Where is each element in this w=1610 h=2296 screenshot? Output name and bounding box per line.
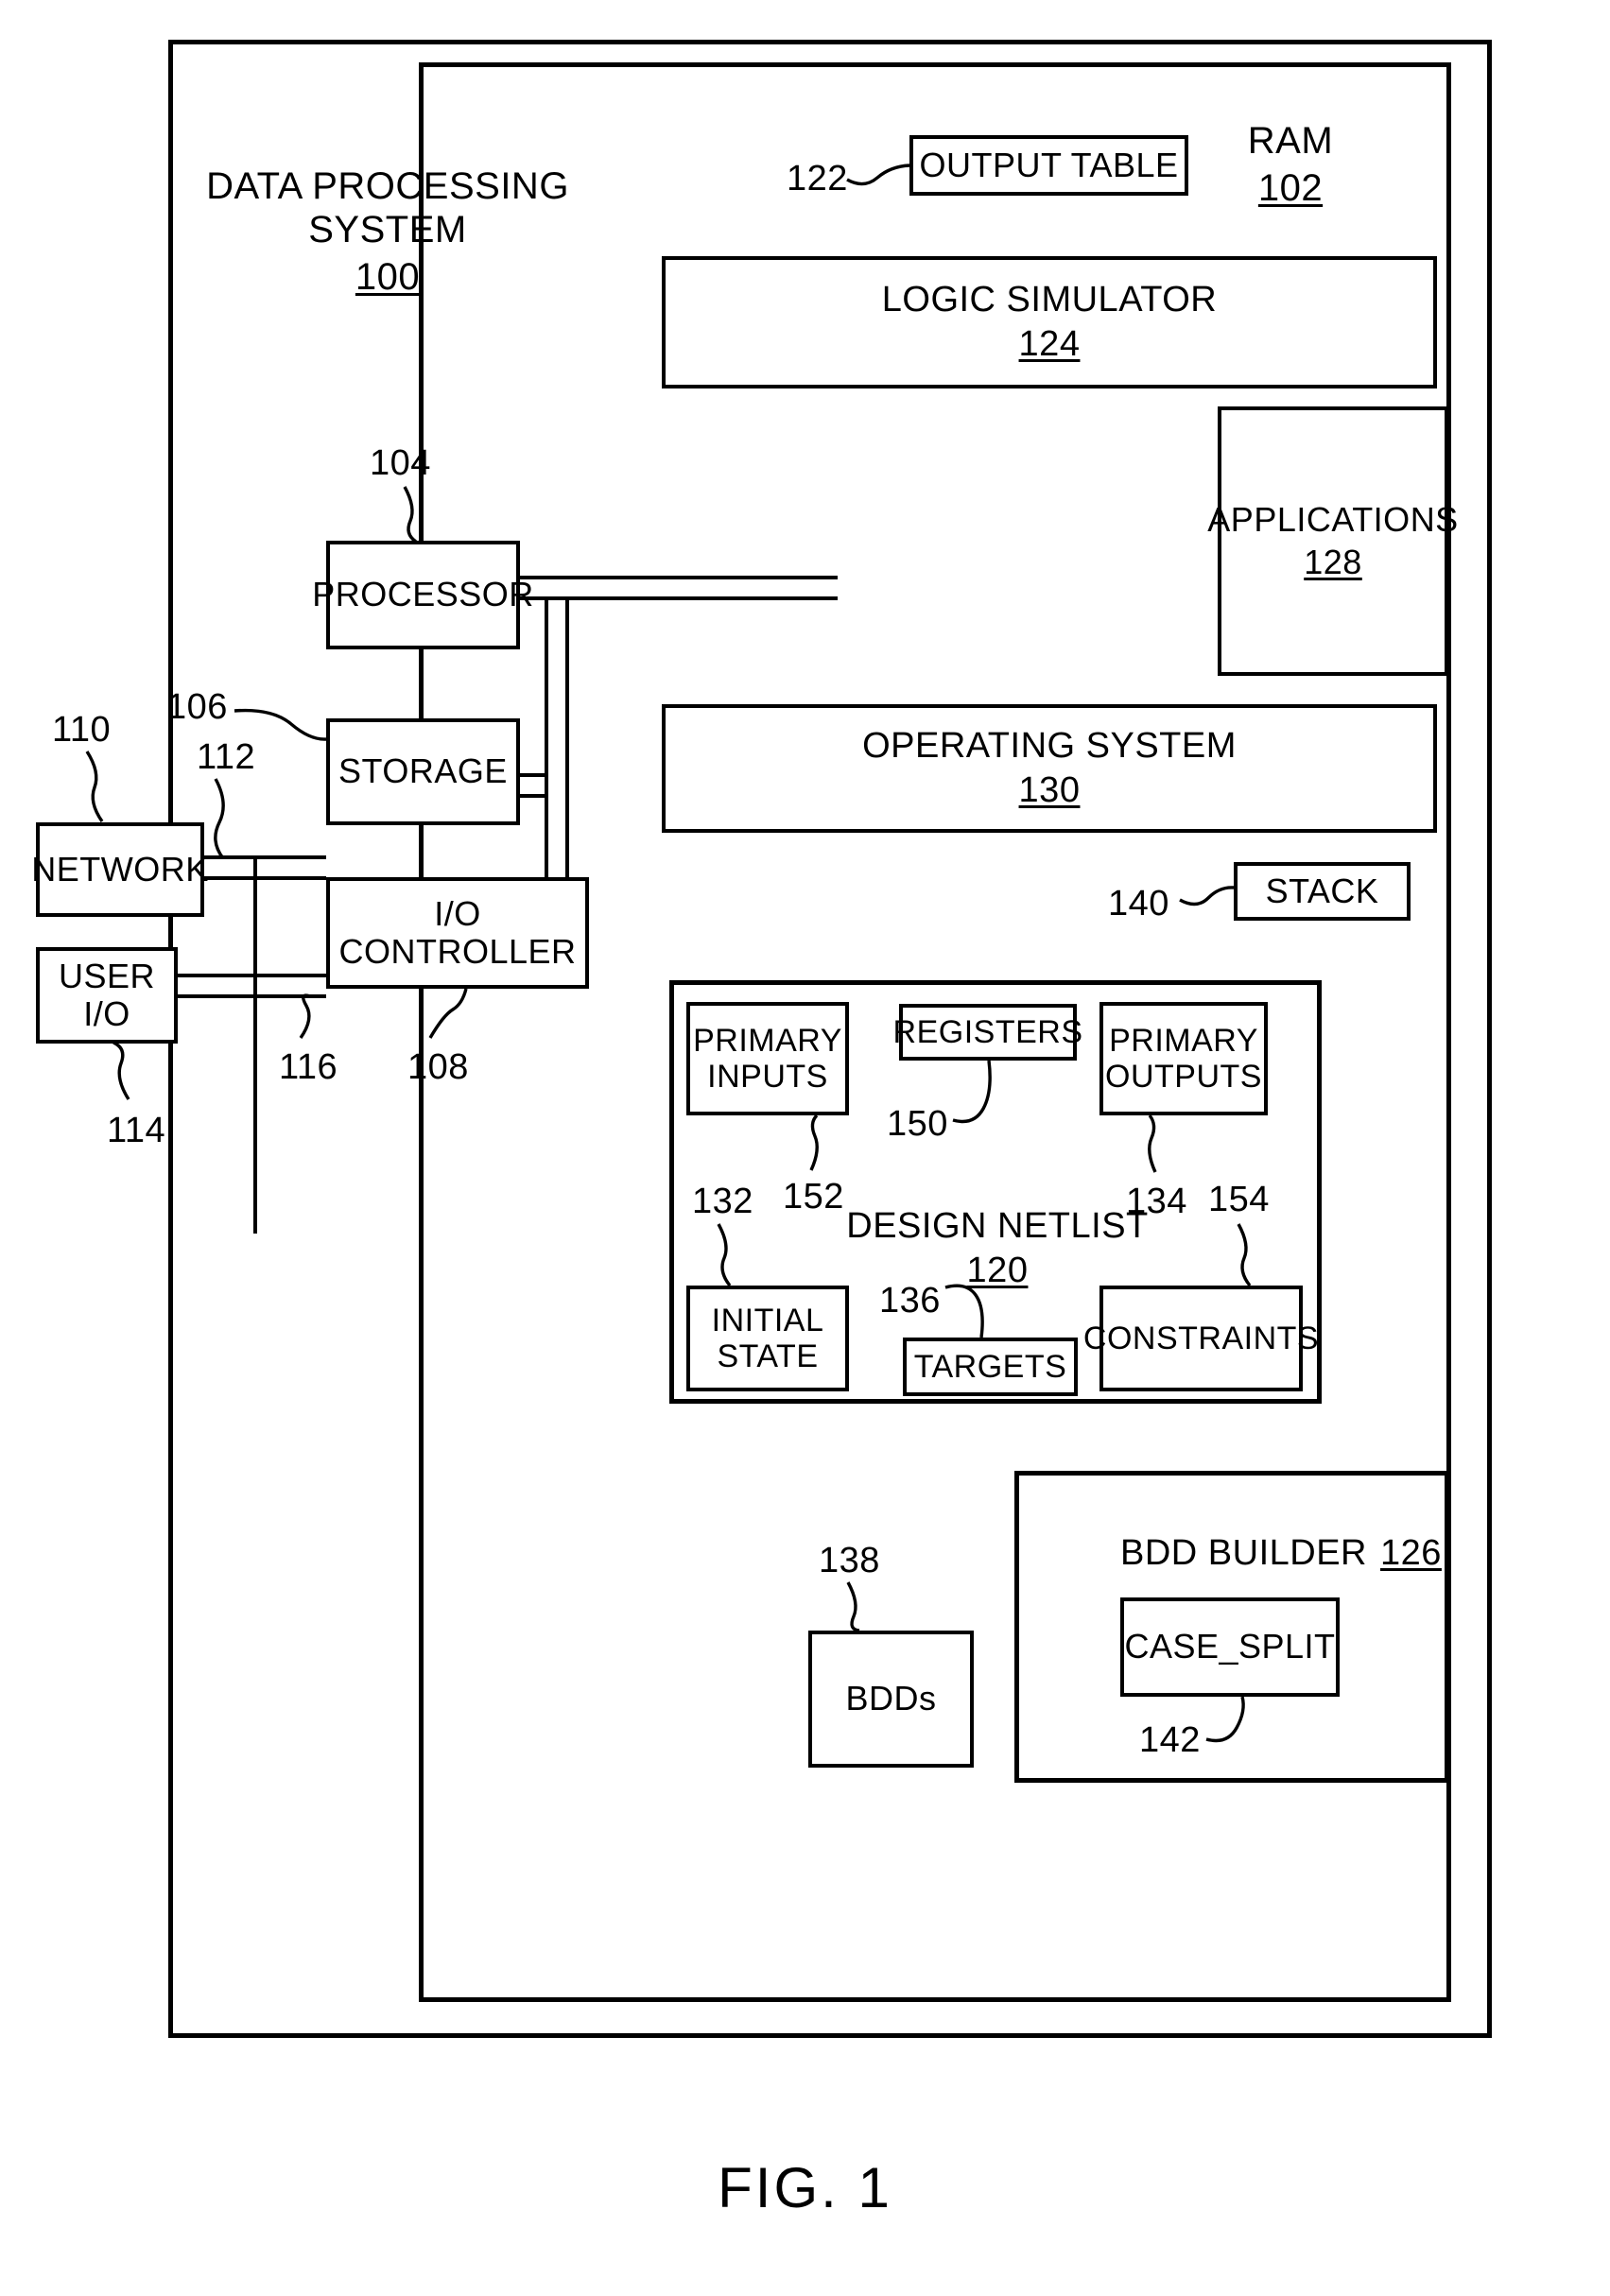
user-io-box[interactable]: USER I/O bbox=[36, 947, 178, 1044]
processor-label: PROCESSOR bbox=[312, 575, 534, 614]
constraints-number: 154 bbox=[1208, 1180, 1270, 1219]
targets-number: 136 bbox=[879, 1281, 941, 1321]
vertical-bus-right bbox=[565, 596, 569, 880]
ram-number: 102 bbox=[1257, 167, 1324, 209]
storage-number: 106 bbox=[166, 687, 228, 727]
primary-outputs-box[interactable]: PRIMARY OUTPUTS bbox=[1099, 1002, 1268, 1115]
logic-simulator-label: LOGIC SIMULATOR bbox=[881, 280, 1218, 320]
storage-box[interactable]: STORAGE bbox=[326, 718, 520, 825]
registers-label: REGISTERS bbox=[892, 1013, 1083, 1050]
design-netlist-title: DESIGN NETLIST bbox=[846, 1205, 1149, 1246]
processor-ram-bus-top bbox=[520, 576, 838, 579]
network-bus-top bbox=[204, 855, 326, 859]
registers-number: 150 bbox=[887, 1104, 948, 1144]
output-table-label: OUTPUT TABLE bbox=[919, 145, 1179, 184]
storage-bus-top bbox=[520, 773, 548, 777]
processor-box[interactable]: PROCESSOR bbox=[312, 541, 533, 649]
user-io-bus-bottom bbox=[178, 994, 326, 998]
network-number: 110 bbox=[52, 710, 112, 750]
network-bus-bottom bbox=[204, 876, 326, 880]
stack-box[interactable]: STACK bbox=[1234, 862, 1411, 921]
primary-inputs-number: 132 bbox=[692, 1182, 753, 1221]
user-io-bus-top bbox=[178, 974, 326, 977]
system-spine-line bbox=[253, 855, 257, 1234]
user-io-bus-number: 116 bbox=[279, 1047, 338, 1087]
initial-state-number: 152 bbox=[783, 1177, 844, 1217]
operating-system-box[interactable]: OPERATING SYSTEM 130 bbox=[662, 704, 1437, 833]
io-controller-number: 108 bbox=[407, 1047, 469, 1087]
leader-114 bbox=[113, 1041, 130, 1100]
bdd-builder-title: BDD BUILDER bbox=[1120, 1532, 1367, 1573]
system-title-group: DATA PROCESSING SYSTEM 100 bbox=[184, 121, 591, 342]
logic-simulator-box[interactable]: LOGIC SIMULATOR 124 bbox=[662, 256, 1437, 388]
initial-state-box[interactable]: INITIAL STATE bbox=[686, 1286, 849, 1391]
operating-system-number: 130 bbox=[1018, 770, 1081, 810]
bdds-label: BDDs bbox=[845, 1679, 937, 1718]
processor-number: 104 bbox=[370, 443, 431, 483]
network-label: NETWORK bbox=[31, 849, 209, 889]
operating-system-label: OPERATING SYSTEM bbox=[862, 726, 1237, 767]
constraints-label: CONSTRAINTS bbox=[1082, 1320, 1320, 1356]
bdds-number: 138 bbox=[819, 1541, 880, 1580]
user-io-number: 114 bbox=[107, 1111, 166, 1150]
ram-label-group: RAM 102 bbox=[1220, 76, 1361, 253]
case-split-label: CASE_SPLIT bbox=[1124, 1627, 1336, 1666]
case-split-box[interactable]: CASE_SPLIT bbox=[1120, 1597, 1340, 1697]
io-controller-box[interactable]: I/O CONTROLLER bbox=[326, 877, 589, 989]
primary-outputs-label: PRIMARY OUTPUTS bbox=[1105, 1022, 1262, 1095]
network-bus-number: 112 bbox=[197, 737, 256, 777]
applications-number: 128 bbox=[1304, 542, 1362, 581]
io-controller-label: I/O CONTROLLER bbox=[338, 893, 577, 971]
storage-bus-bottom bbox=[520, 794, 548, 798]
bdd-builder-title-group: BDD BUILDER 126 bbox=[1120, 1492, 1442, 1574]
output-table-box[interactable]: OUTPUT TABLE bbox=[909, 135, 1188, 196]
system-number: 100 bbox=[355, 256, 421, 298]
ram-title: RAM bbox=[1247, 120, 1334, 162]
user-io-label: USER I/O bbox=[58, 956, 156, 1033]
primary-outputs-number: 134 bbox=[1126, 1182, 1187, 1221]
constraints-box[interactable]: CONSTRAINTS bbox=[1083, 1286, 1319, 1391]
bdd-builder-number: 126 bbox=[1380, 1532, 1442, 1573]
primary-inputs-label: PRIMARY INPUTS bbox=[693, 1022, 842, 1095]
case-split-number: 142 bbox=[1139, 1720, 1201, 1760]
network-box[interactable]: NETWORK bbox=[31, 822, 208, 917]
leader-110 bbox=[85, 751, 104, 822]
system-title: DATA PROCESSING SYSTEM bbox=[206, 165, 569, 250]
primary-inputs-box[interactable]: PRIMARY INPUTS bbox=[686, 1002, 849, 1115]
applications-label: APPLICATIONS bbox=[1207, 500, 1459, 540]
logic-simulator-number: 124 bbox=[1018, 324, 1081, 364]
vertical-bus-left bbox=[545, 596, 548, 880]
applications-box[interactable]: APPLICATIONS 128 bbox=[1207, 406, 1458, 676]
figure-caption: FIG. 1 bbox=[718, 2156, 892, 2219]
bdds-box[interactable]: BDDs bbox=[808, 1631, 974, 1768]
stack-label: STACK bbox=[1265, 871, 1379, 910]
registers-box[interactable]: REGISTERS bbox=[893, 1004, 1082, 1061]
initial-state-label: INITIAL STATE bbox=[711, 1302, 824, 1374]
storage-label: STORAGE bbox=[338, 751, 508, 791]
targets-label: TARGETS bbox=[913, 1348, 1067, 1385]
stack-number: 140 bbox=[1108, 884, 1169, 924]
output-table-number: 122 bbox=[787, 159, 848, 199]
targets-box[interactable]: TARGETS bbox=[903, 1338, 1078, 1396]
